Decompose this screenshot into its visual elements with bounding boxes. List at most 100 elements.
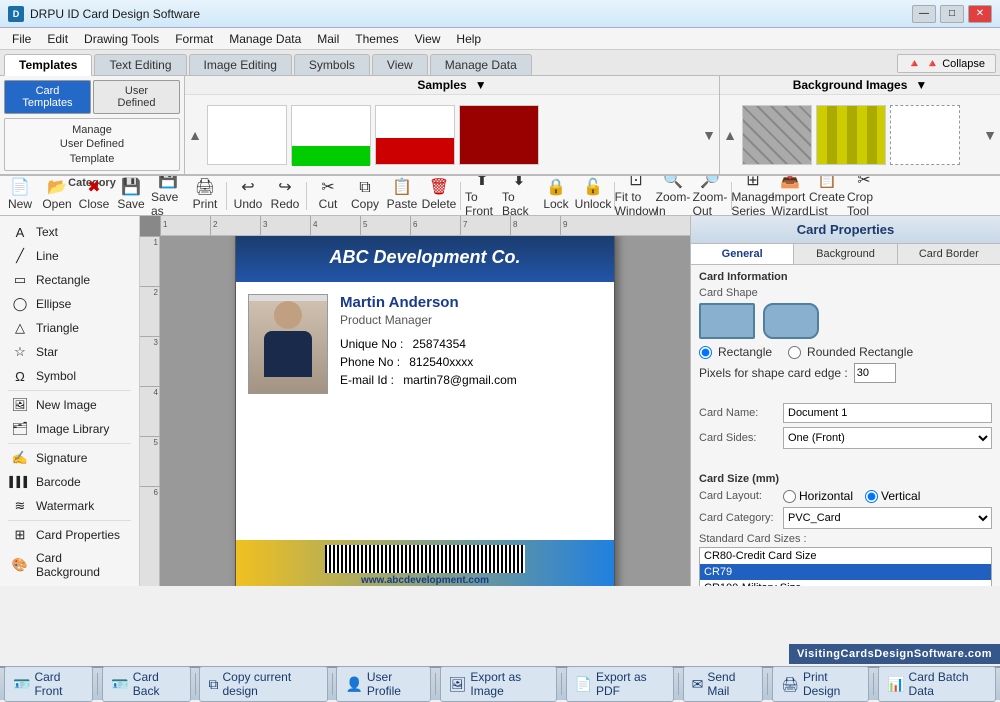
tool-card-properties[interactable]: ⊞ Card Properties <box>0 523 139 547</box>
tool-triangle[interactable]: △ Triangle <box>0 316 139 340</box>
samples-scroll-up[interactable]: ▲ <box>187 127 203 143</box>
menu-drawing-tools[interactable]: Drawing Tools <box>76 30 167 48</box>
bgimages-scroll-up[interactable]: ▲ <box>722 127 738 143</box>
std-sizes-list[interactable]: CR80-Credit Card Size CR79 CR100-Militar… <box>699 547 992 586</box>
card-templates-button[interactable]: CardTemplates <box>4 80 91 114</box>
card-canvas[interactable]: ABC Development Co. Martin Anderson Pr <box>160 236 690 586</box>
save-button[interactable]: 💾Save <box>113 179 149 213</box>
bg-thumb-2[interactable] <box>816 105 886 165</box>
tab-text-editing[interactable]: Text Editing <box>94 54 186 75</box>
crop-tool-button[interactable]: ✂Crop Tool <box>846 179 882 213</box>
vertical-radio[interactable] <box>865 490 878 503</box>
card-name-input[interactable] <box>783 403 992 423</box>
user-defined-button[interactable]: UserDefined <box>93 80 180 114</box>
menu-format[interactable]: Format <box>167 30 221 48</box>
copy-button[interactable]: ⧉Copy <box>347 179 383 213</box>
copy-design-button[interactable]: ⧉ Copy current design <box>199 666 327 702</box>
menu-themes[interactable]: Themes <box>347 30 406 48</box>
create-list-button[interactable]: 📋Create List <box>809 179 845 213</box>
tab-view[interactable]: View <box>372 54 428 75</box>
open-button[interactable]: 📂Open <box>39 179 75 213</box>
tool-rectangle[interactable]: ▭ Rectangle <box>0 268 139 292</box>
delete-button[interactable]: 🗑Delete <box>421 179 457 213</box>
bg-thumb-3[interactable] <box>890 105 960 165</box>
zoom-out-button[interactable]: 🔎Zoom-Out <box>692 179 728 213</box>
export-pdf-button[interactable]: 📄 Export as PDF <box>566 666 674 702</box>
prop-tab-general[interactable]: General <box>691 244 794 264</box>
rectangle-radio[interactable] <box>699 346 712 359</box>
tool-new-image[interactable]: 🖼 New Image <box>0 393 139 417</box>
unlock-button[interactable]: 🔓Unlock <box>575 179 611 213</box>
new-button[interactable]: 📄New <box>2 179 38 213</box>
menu-view[interactable]: View <box>407 30 449 48</box>
menu-manage-data[interactable]: Manage Data <box>221 30 309 48</box>
menu-help[interactable]: Help <box>448 30 489 48</box>
size-cr100[interactable]: CR100-Military Size <box>700 580 991 586</box>
sample-1[interactable] <box>207 105 287 165</box>
sample-3[interactable] <box>375 105 455 165</box>
maximize-button[interactable]: □ <box>940 5 964 23</box>
menu-edit[interactable]: Edit <box>39 30 76 48</box>
minimize-button[interactable]: — <box>912 5 936 23</box>
close-file-button[interactable]: ✖Close <box>76 179 112 213</box>
collapse-button[interactable]: 🔺 🔺 Collapse <box>897 54 996 73</box>
tab-manage-data[interactable]: Manage Data <box>430 54 532 75</box>
tab-image-editing[interactable]: Image Editing <box>189 54 292 75</box>
paste-button[interactable]: 📋Paste <box>384 179 420 213</box>
prop-tab-card-border[interactable]: Card Border <box>898 244 1000 264</box>
card-sides-select[interactable]: One (Front) Two (Front & Back) <box>783 427 992 449</box>
tool-symbol[interactable]: Ω Symbol <box>0 364 139 388</box>
tool-card-background[interactable]: 🎨 Card Background <box>0 547 139 583</box>
menu-mail[interactable]: Mail <box>309 30 347 48</box>
size-cr80[interactable]: CR80-Credit Card Size <box>700 548 991 564</box>
print-design-button[interactable]: 🖨 Print Design <box>772 666 869 702</box>
tool-signature[interactable]: ✍ Signature <box>0 446 139 470</box>
tool-star[interactable]: ☆ Star <box>0 340 139 364</box>
horizontal-radio[interactable] <box>783 490 796 503</box>
prop-tab-background[interactable]: Background <box>794 244 897 264</box>
pixels-input[interactable] <box>854 363 896 383</box>
close-button[interactable]: ✕ <box>968 5 992 23</box>
fit-to-window-button[interactable]: ⊡Fit to Window <box>618 179 654 213</box>
samples-scroll-down[interactable]: ▼ <box>701 127 717 143</box>
save-as-button[interactable]: 💾Save as <box>150 179 186 213</box>
manage-series-button[interactable]: ⊞Manage Series <box>735 179 771 213</box>
to-front-button[interactable]: ⬆To Front <box>464 179 500 213</box>
rounded-rectangle-shape[interactable] <box>763 303 819 339</box>
zoom-in-button[interactable]: 🔍Zoom-In <box>655 179 691 213</box>
bgimages-dropdown-icon[interactable]: ▼ <box>915 78 927 92</box>
rectangle-radio-label: Rectangle <box>718 345 772 359</box>
cut-button[interactable]: ✂Cut <box>310 179 346 213</box>
card-back-button[interactable]: 🪪 Card Back <box>102 666 190 702</box>
lock-button[interactable]: 🔒Lock <box>538 179 574 213</box>
sample-4[interactable] <box>459 105 539 165</box>
print-button[interactable]: 🖨Print <box>187 179 223 213</box>
to-back-button[interactable]: ⬇To Back <box>501 179 537 213</box>
tool-watermark[interactable]: ≋ Watermark <box>0 494 139 518</box>
menu-file[interactable]: File <box>4 30 39 48</box>
samples-dropdown-icon[interactable]: ▼ <box>475 78 487 92</box>
import-wizard-button[interactable]: 📥Import Wizard <box>772 179 808 213</box>
tool-text[interactable]: A Text <box>0 220 139 244</box>
rounded-rectangle-radio[interactable] <box>788 346 801 359</box>
rectangle-shape[interactable] <box>699 303 755 339</box>
export-image-button[interactable]: 🖼 Export as Image <box>440 666 557 702</box>
tool-line[interactable]: ╱ Line <box>0 244 139 268</box>
bg-thumb-1[interactable] <box>742 105 812 165</box>
card-batch-data-button[interactable]: 📊 Card Batch Data <box>878 666 996 702</box>
bgimages-scroll-down[interactable]: ▼ <box>982 127 998 143</box>
tool-barcode[interactable]: ▌▌▌ Barcode <box>0 470 139 494</box>
undo-button[interactable]: ↩Undo <box>230 179 266 213</box>
card-category-select[interactable]: PVC_Card CR80 <box>783 507 992 529</box>
tool-ellipse[interactable]: ◯ Ellipse <box>0 292 139 316</box>
sample-2[interactable] <box>291 105 371 165</box>
tab-symbols[interactable]: Symbols <box>294 54 370 75</box>
size-cr79[interactable]: CR79 <box>700 564 991 580</box>
card-front-button[interactable]: 🪪 Card Front <box>4 666 93 702</box>
user-profile-button[interactable]: 👤 User Profile <box>336 666 430 702</box>
send-mail-button[interactable]: ✉ Send Mail <box>683 666 764 702</box>
manage-user-defined-button[interactable]: ManageUser DefinedTemplate <box>4 118 180 171</box>
tool-image-library[interactable]: 🗂 Image Library <box>0 417 139 441</box>
redo-button[interactable]: ↪Redo <box>267 179 303 213</box>
tab-templates[interactable]: Templates <box>4 54 92 76</box>
